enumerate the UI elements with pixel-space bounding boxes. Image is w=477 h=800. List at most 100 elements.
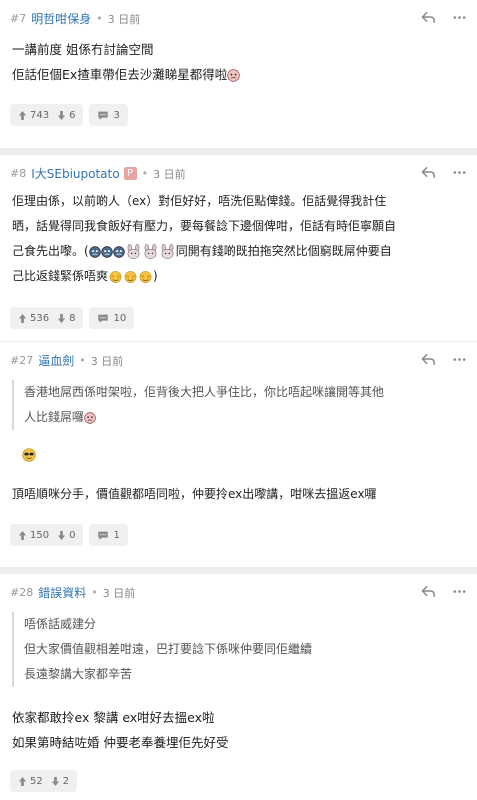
more-icon[interactable] (452, 584, 467, 599)
post-body: 一講前度 姐係冇討論空間 佢話佢個Ex揸車帶佢去沙灘睇星都得啦 (12, 37, 467, 87)
angry-emoji-icon (84, 412, 96, 424)
comment-icon (97, 530, 109, 541)
body-line: 一講前度 姐係冇討論空間 (12, 42, 154, 57)
reply-icon[interactable] (421, 352, 436, 367)
upvote-count: 52 (30, 775, 43, 787)
post-actions (421, 165, 467, 180)
post-header: #8 I大SEbiupotato P • 3 日前 (10, 165, 186, 182)
quote-line: 香港地屌西係咁架啦，佢背後大把人爭住比，你比唔起咪讓開等其他 (24, 385, 385, 399)
separator-dot: • (91, 586, 98, 599)
vote-pill: 150 0 (10, 524, 84, 546)
vote-bar: 150 0 1 (10, 524, 128, 546)
downvote-button[interactable]: 2 (51, 776, 69, 787)
more-icon[interactable] (452, 10, 467, 25)
post-body: 依家都敢拎ex 黎講 ex咁好去搵ex啦 如果第時結咗婚 仲要老奉養埋佢先好受 (12, 705, 467, 755)
vote-bar: 536 8 10 (10, 307, 135, 329)
reply-icon[interactable] (421, 165, 436, 180)
quote-line: 唔係話威建分 (24, 617, 97, 631)
post-actions (421, 10, 467, 25)
body-line: 依家都敢拎ex 黎講 ex咁好去搵ex啦 (12, 710, 215, 725)
premium-badge: P (123, 167, 137, 180)
quote-line: 長遠黎講大家都辛苦 (24, 667, 133, 681)
post-7: #7 明哲咁保身 • 3 日前 一講前度 姐係冇討論空間 佢話佢個Ex揸車帶佢去… (0, 0, 477, 148)
post-time: 3 日前 (102, 586, 136, 600)
face-cover-emoji-icon (138, 270, 153, 283)
post-header: #7 明哲咁保身 • 3 日前 (10, 10, 140, 27)
thumb-up-icon (18, 110, 27, 121)
replies-button[interactable]: 3 (89, 104, 128, 126)
post-header: #28 錯誤資料 • 3 日前 (10, 584, 135, 601)
downvote-count: 0 (69, 529, 76, 541)
post-header: #27 逼血劍 • 3 日前 (10, 352, 123, 369)
post-time: 3 日前 (153, 167, 186, 181)
thumb-down-icon (51, 776, 60, 787)
post-time: 3 日前 (90, 354, 124, 368)
post-number: #7 (10, 12, 27, 25)
downvote-count: 6 (69, 109, 76, 121)
post-actions (421, 584, 467, 599)
post-27: #27 逼血劍 • 3 日前 香港地屌西係咁架啦，佢背後大把人爭住比，你比唔起咪… (0, 342, 477, 567)
thumb-down-icon (57, 110, 66, 121)
upvote-button[interactable]: 743 (18, 110, 49, 121)
post-number: #28 (10, 586, 34, 599)
downvote-button[interactable]: 6 (57, 110, 75, 121)
quoted-post[interactable]: 唔係話威建分 但大家價值觀相差咁遠，巴打要諗下係咪仲要同佢繼續 長遠黎講大家都辛… (12, 612, 467, 687)
downvote-count: 8 (69, 312, 76, 324)
post-body: 佢理由係，以前啲人（ex）對佢好好，唔洗佢點俾錢。佢話覺得我計住 晒，話覺得同我… (12, 189, 467, 289)
post-number: #8 (10, 167, 27, 180)
post-body: 頂唔順咪分手，價值觀都唔同啦，仲要拎ex出嚟講，咁咪去搵返ex囉 (12, 482, 467, 507)
body-line: 己比返錢緊係唔爽) (12, 269, 158, 283)
comment-icon (97, 110, 109, 121)
vote-pill: 743 6 (10, 104, 84, 126)
vote-pill: 52 2 (10, 770, 78, 792)
reply-count: 1 (113, 529, 120, 541)
body-line: 晒，話覺得同我食飯好有壓力，要每餐諗下邊個俾咁，佢話有時佢寧願自 (12, 219, 397, 233)
downvote-count: 2 (62, 775, 70, 787)
replies-button[interactable]: 1 (89, 524, 128, 546)
separator-dot: • (96, 12, 103, 25)
angry-emoji-icon (227, 69, 240, 82)
more-icon[interactable] (452, 352, 467, 367)
crying-emoji-icon (89, 246, 101, 258)
face-cover-emoji-icon (108, 270, 123, 283)
downvote-button[interactable]: 8 (57, 313, 75, 324)
post-number: #27 (10, 354, 34, 367)
quote-line: 人比錢屌囉 (24, 405, 467, 430)
vote-pill: 536 8 (10, 307, 84, 329)
upvote-button[interactable]: 150 (18, 530, 49, 541)
replies-button[interactable]: 10 (89, 307, 135, 329)
separator-dot: • (141, 167, 149, 180)
face-cover-emoji-icon (123, 270, 138, 283)
bunny-emoji-icon (159, 244, 176, 259)
upvote-button[interactable]: 52 (18, 776, 43, 787)
vote-bar: 743 6 3 (10, 104, 128, 126)
reply-count: 10 (113, 312, 127, 324)
comment-icon (97, 313, 109, 324)
bunny-emoji-icon (125, 244, 142, 259)
username-link[interactable]: 逼血劍 (38, 352, 74, 369)
body-line: 頂唔順咪分手，價值觀都唔同啦，仲要拎ex出嚟講，咁咪去搵返ex囉 (12, 487, 377, 501)
downvote-button[interactable]: 0 (57, 530, 75, 541)
quoted-post[interactable]: 香港地屌西係咁架啦，佢背後大把人爭住比，你比唔起咪讓開等其他 人比錢屌囉 (12, 380, 467, 430)
post-28: #28 錯誤資料 • 3 日前 唔係話威建分 但大家價值觀相差咁遠，巴打要諗下係… (0, 574, 477, 800)
upvote-count: 536 (30, 312, 50, 324)
username-link[interactable]: 明哲咁保身 (31, 10, 91, 27)
bunny-emoji-icon (142, 244, 159, 259)
username-link[interactable]: I大SEbiupotato (31, 165, 119, 182)
thumb-down-icon (57, 530, 66, 541)
body-line: 佢話佢個Ex揸車帶佢去沙灘睇星都得啦 (12, 62, 467, 87)
reply-count: 3 (113, 109, 120, 121)
more-icon[interactable] (452, 165, 467, 180)
sunglasses-emoji-icon (22, 448, 36, 462)
separator-dot: • (79, 354, 86, 367)
thumb-up-icon (18, 776, 27, 787)
upvote-count: 743 (30, 109, 50, 121)
reply-icon[interactable] (421, 584, 436, 599)
thumb-up-icon (18, 530, 27, 541)
username-link[interactable]: 錯誤資料 (38, 584, 86, 601)
body-line: 佢理由係，以前啲人（ex）對佢好好，唔洗佢點俾錢。佢話覺得我計住 (12, 194, 387, 208)
crying-emoji-icon (113, 246, 125, 258)
post-time: 3 日前 (107, 12, 141, 26)
upvote-button[interactable]: 536 (18, 313, 49, 324)
reply-icon[interactable] (421, 10, 436, 25)
